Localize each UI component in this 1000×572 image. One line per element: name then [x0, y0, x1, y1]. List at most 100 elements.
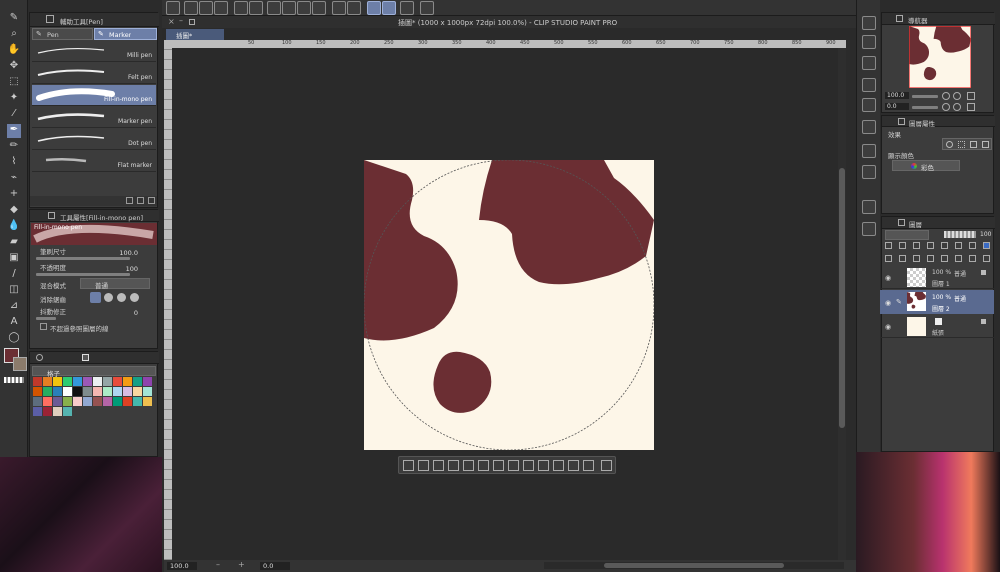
palette-swatch[interactable] — [73, 387, 82, 396]
pen-tool-selected-icon[interactable]: ✒ — [7, 124, 21, 138]
layer-row[interactable]: ◉ 紙張 — [880, 315, 994, 338]
color-set-selector[interactable]: 格子 — [32, 366, 156, 378]
opacity-value[interactable]: 100 — [126, 265, 138, 273]
palette-swatch[interactable] — [63, 397, 72, 406]
layer-row-selected[interactable]: ◉ ✎ 100 % 普通 圖層 2 — [880, 290, 994, 314]
brush-tool-icon[interactable]: ⌇ — [7, 156, 21, 170]
palette-swatch[interactable] — [53, 377, 62, 386]
balloon-tool-icon[interactable]: ◯ — [7, 332, 21, 346]
new-vector-layer-icon[interactable] — [899, 255, 906, 262]
layer-blend-select[interactable] — [885, 230, 929, 240]
palette-swatch[interactable] — [43, 387, 52, 396]
copy-icon[interactable] — [282, 1, 296, 15]
wand-tool-icon[interactable]: ✦ — [7, 92, 21, 106]
palette-swatch[interactable] — [93, 397, 102, 406]
palette-swatch[interactable] — [93, 377, 102, 386]
redo-icon[interactable] — [249, 1, 263, 15]
deselect-launcher-icon[interactable] — [403, 460, 414, 471]
fill-tool-icon[interactable]: ▰ — [7, 236, 21, 250]
color-set-tab-icon[interactable] — [82, 354, 89, 361]
extract-line-effect-icon[interactable] — [982, 141, 989, 148]
blend-mode-select[interactable]: 普通 — [80, 278, 150, 290]
border-effect-icon[interactable] — [946, 141, 953, 148]
crop-selection-icon[interactable] — [538, 460, 549, 471]
artwork-canvas[interactable] — [364, 160, 654, 450]
hand-tool-icon[interactable]: ✋ — [7, 44, 21, 58]
info-dock-icon[interactable] — [862, 56, 876, 70]
airbrush-tool-icon[interactable]: ⌁ — [7, 172, 21, 186]
rotate-selection-icon[interactable] — [478, 460, 489, 471]
stabilization-row[interactable]: 抖動修正 0 — [36, 306, 152, 320]
palette-swatch[interactable] — [63, 377, 72, 386]
palette-swatch[interactable] — [63, 407, 72, 416]
navigator-rotate-right-icon[interactable] — [953, 103, 961, 111]
brush-fill-in-mono-pen[interactable]: Fill-in-mono pen — [32, 85, 156, 106]
auto-action-dock-icon[interactable] — [862, 165, 876, 179]
reference-layer-icon[interactable] — [899, 242, 906, 249]
eye-icon[interactable]: ◉ — [885, 299, 891, 307]
new-file-icon[interactable] — [184, 1, 198, 15]
sub-color-swatch[interactable] — [13, 357, 27, 371]
angle-readout[interactable]: 0.0 — [260, 562, 290, 570]
aa-strong-icon[interactable] — [130, 293, 139, 302]
brush-size-value[interactable]: 100.0 — [119, 249, 138, 257]
brush-dot-pen[interactable]: Dot pen — [32, 129, 156, 150]
ruler-tool-icon[interactable]: ⊿ — [7, 300, 21, 314]
palette-swatch[interactable] — [33, 407, 42, 416]
apply-mask-icon[interactable] — [969, 255, 976, 262]
decoration-tool-icon[interactable]: + — [7, 188, 21, 202]
minimize-icon[interactable]: – — [179, 16, 183, 25]
palette-swatch[interactable] — [113, 397, 122, 406]
brush-size-row[interactable]: 筆刷尺寸 100.0 — [36, 246, 152, 260]
palette-swatch[interactable] — [123, 397, 132, 406]
palette-swatch[interactable] — [43, 397, 52, 406]
palette-swatch[interactable] — [53, 397, 62, 406]
navigator-dock-icon[interactable] — [862, 16, 876, 30]
expand-selection-icon[interactable] — [433, 460, 444, 471]
layer-opacity-slider[interactable] — [944, 231, 976, 238]
blend-tool-icon[interactable]: 💧 — [7, 220, 21, 234]
ruler-layer-icon[interactable] — [969, 242, 976, 249]
transparent-color-icon[interactable] — [4, 377, 24, 383]
pen-tool-icon[interactable]: ✎ — [7, 12, 21, 26]
aa-weak-icon[interactable] — [104, 293, 113, 302]
palette-swatch[interactable] — [103, 397, 112, 406]
palette-swatch[interactable] — [133, 387, 142, 396]
help-icon[interactable] — [420, 1, 434, 15]
palette-swatch[interactable] — [73, 377, 82, 386]
layer-search-dock-icon[interactable] — [862, 144, 876, 158]
stabilization-slider[interactable] — [36, 317, 56, 320]
fill-selection-icon[interactable] — [297, 1, 311, 15]
snap-special-ruler-icon[interactable] — [382, 1, 396, 15]
palette-swatch[interactable] — [103, 377, 112, 386]
lock-icon[interactable] — [981, 319, 986, 324]
opacity-row[interactable]: 不透明度 100 — [36, 262, 152, 276]
save-icon[interactable] — [214, 1, 228, 15]
delete-layer-icon[interactable] — [983, 255, 990, 262]
eye-icon[interactable]: ◉ — [885, 323, 891, 331]
transform-selection-icon[interactable] — [553, 460, 564, 471]
zoom-tool-icon[interactable]: ⌕ — [7, 28, 21, 42]
aa-none-icon[interactable] — [90, 292, 101, 303]
new-folder-icon[interactable] — [913, 255, 920, 262]
palette-swatch[interactable] — [113, 377, 122, 386]
color-palette-grid[interactable] — [33, 377, 157, 443]
palette-swatch[interactable] — [133, 397, 142, 406]
snap-grid-icon[interactable] — [400, 1, 414, 15]
lock-transparency-icon[interactable] — [941, 242, 948, 249]
palette-swatch[interactable] — [83, 377, 92, 386]
material-dock-icon[interactable] — [862, 120, 876, 134]
create-mask-icon[interactable] — [955, 255, 962, 262]
close-icon[interactable]: × — [168, 17, 175, 26]
eyedropper-tool-icon[interactable]: ⁄ — [7, 108, 21, 122]
aa-mid-icon[interactable] — [117, 293, 126, 302]
palette-swatch[interactable] — [53, 387, 62, 396]
item-bank-dock-icon[interactable] — [862, 78, 876, 92]
navigator-rotate-left-icon[interactable] — [942, 103, 950, 111]
text-tool-icon[interactable]: A — [7, 316, 21, 330]
material-3d-dock-icon[interactable] — [862, 222, 876, 236]
palette-swatch[interactable] — [143, 377, 152, 386]
undo-icon[interactable] — [234, 1, 248, 15]
app-icon[interactable] — [166, 1, 180, 15]
clip-layer-icon[interactable] — [885, 242, 892, 249]
